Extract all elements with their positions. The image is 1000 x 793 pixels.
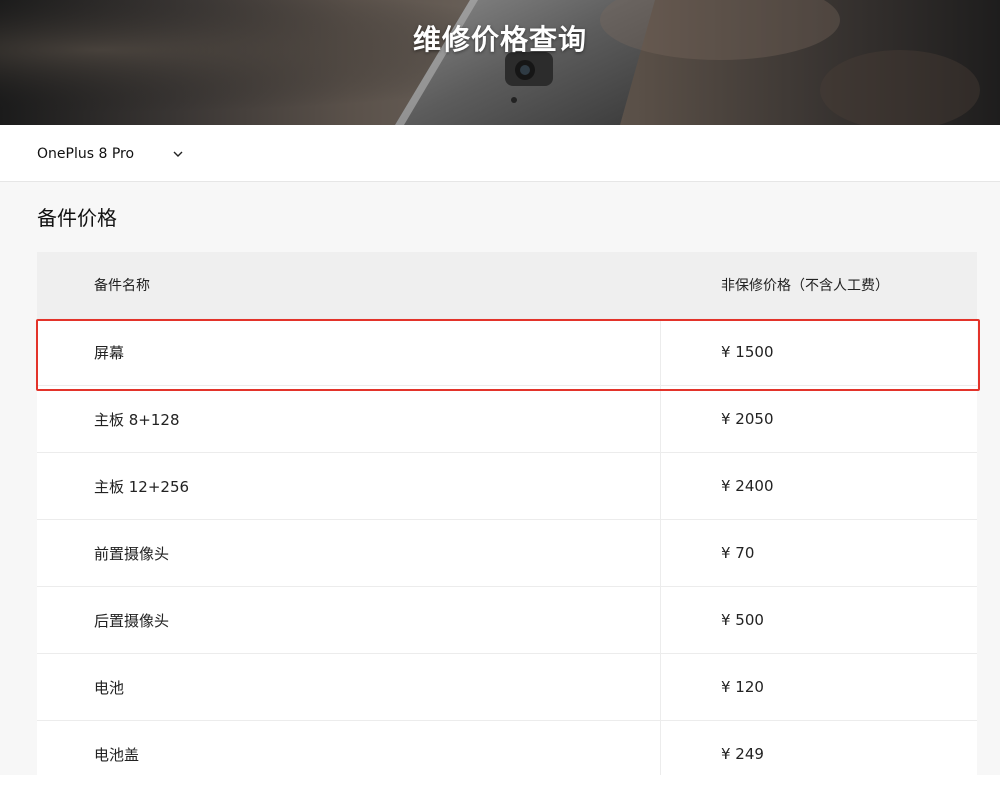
part-price: ¥ 500 bbox=[721, 611, 764, 629]
part-name: 主板 12+256 bbox=[37, 453, 661, 519]
part-name: 电池 bbox=[37, 654, 661, 720]
table-row: 电池 ¥ 120 bbox=[37, 653, 977, 720]
table-row: 主板 8+128 ¥ 2050 bbox=[37, 385, 977, 452]
footer-strip bbox=[0, 775, 1000, 793]
section-title: 备件价格 bbox=[37, 206, 117, 230]
content-area: 备件价格 备件名称 非保修价格（不含人工费） 屏幕 ¥ 1500 主板 8+12… bbox=[0, 182, 1000, 787]
hero-banner: 维修价格查询 bbox=[0, 0, 1000, 125]
part-price: ¥ 70 bbox=[721, 544, 755, 562]
part-price: ¥ 1500 bbox=[721, 343, 774, 361]
part-name: 主板 8+128 bbox=[37, 386, 661, 452]
table-row: 后置摄像头 ¥ 500 bbox=[37, 586, 977, 653]
model-dropdown-label: OnePlus 8 Pro bbox=[37, 146, 135, 162]
part-name: 后置摄像头 bbox=[37, 587, 661, 653]
table-row: 主板 12+256 ¥ 2400 bbox=[37, 452, 977, 519]
part-price: ¥ 120 bbox=[721, 678, 764, 696]
page-title: 维修价格查询 bbox=[412, 23, 587, 56]
part-name: 屏幕 bbox=[37, 319, 661, 385]
header-price: 非保修价格（不含人工费） bbox=[721, 278, 889, 294]
part-price: ¥ 2400 bbox=[721, 477, 774, 495]
header-part-name: 备件名称 bbox=[94, 278, 150, 294]
chevron-down-icon bbox=[173, 151, 183, 157]
table-row: 前置摄像头 ¥ 70 bbox=[37, 519, 977, 586]
model-selector-bar: OnePlus 8 Pro bbox=[0, 125, 1000, 182]
part-price: ¥ 2050 bbox=[721, 410, 774, 428]
table-row: 屏幕 ¥ 1500 bbox=[37, 318, 977, 385]
part-name: 前置摄像头 bbox=[37, 520, 661, 586]
price-table: 备件名称 非保修价格（不含人工费） 屏幕 ¥ 1500 主板 8+128 ¥ 2… bbox=[37, 252, 977, 787]
model-dropdown[interactable]: OnePlus 8 Pro bbox=[37, 142, 184, 166]
table-header: 备件名称 非保修价格（不含人工费） bbox=[37, 252, 977, 318]
